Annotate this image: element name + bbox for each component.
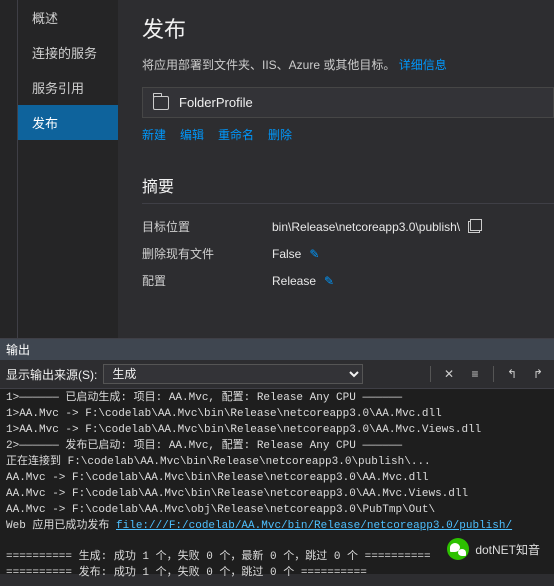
profile-name: FolderProfile: [179, 95, 253, 110]
target-location-value: bin\Release\netcoreapp3.0\publish\: [272, 220, 460, 234]
wechat-icon: [447, 538, 469, 560]
divider: [142, 203, 554, 204]
clear-all-icon[interactable]: ✕: [439, 365, 459, 383]
output-footer-build: ========== 生成: 成功 1 个，失败 0 个，最新 0 个，跳过 0…: [6, 551, 431, 563]
sidebar-item-publish[interactable]: 发布: [18, 105, 118, 140]
output-line: AA.Mvc -> F:\codelab\AA.Mvc\obj\Release\…: [6, 504, 435, 516]
sidebar-item-service-references[interactable]: 服务引用: [18, 70, 118, 105]
output-toolbar: 显示输出来源(S): 生成 ✕ ≡ ↰ ↱: [0, 360, 554, 389]
output-line: 1>—————— 已启动生成: 项目: AA.Mvc, 配置: Release …: [6, 392, 402, 404]
more-info-link[interactable]: 详细信息: [399, 58, 447, 72]
output-footer-publish: ========== 发布: 成功 1 个，失败 0 个，跳过 0 个 ====…: [6, 567, 367, 579]
profile-selector[interactable]: FolderProfile: [142, 87, 554, 118]
output-line: 2>—————— 发布已启动: 项目: AA.Mvc, 配置: Release …: [6, 440, 402, 452]
edit-button[interactable]: 编辑: [180, 126, 204, 143]
toggle-wrap-icon[interactable]: ≡: [465, 365, 485, 383]
output-source-label: 显示输出来源(S):: [6, 366, 97, 383]
target-location-label: 目标位置: [142, 218, 272, 235]
sidebar-item-connected-services[interactable]: 连接的服务: [18, 35, 118, 70]
delete-existing-value: False: [272, 247, 301, 261]
configuration-label: 配置: [142, 272, 272, 289]
summary-table: 目标位置 bin\Release\netcoreapp3.0\publish\ …: [142, 218, 554, 289]
watermark: dotNET知音: [443, 536, 544, 562]
output-line: 1>AA.Mvc -> F:\codelab\AA.Mvc\bin\Releas…: [6, 424, 481, 436]
page-title: 发布: [142, 12, 554, 44]
output-source-select[interactable]: 生成: [103, 364, 363, 384]
delete-button[interactable]: 删除: [268, 126, 292, 143]
output-line: Web 应用已成功发布: [6, 520, 116, 532]
sidebar-item-overview[interactable]: 概述: [18, 0, 118, 35]
gutter: [0, 0, 18, 338]
output-panel-title: 输出: [0, 339, 554, 360]
page-description: 将应用部署到文件夹、IIS、Azure 或其他目标。 详细信息: [142, 56, 554, 73]
rename-button[interactable]: 重命名: [218, 126, 254, 143]
profile-actions: 新建 编辑 重命名 删除: [142, 126, 554, 143]
output-line: 正在连接到 F:\codelab\AA.Mvc\bin\Release\netc…: [6, 456, 431, 468]
next-icon[interactable]: ↱: [528, 365, 548, 383]
publish-link[interactable]: file:///F:/codelab/AA.Mvc/bin/Release/ne…: [116, 520, 512, 532]
output-line: AA.Mvc -> F:\codelab\AA.Mvc\bin\Release\…: [6, 488, 468, 500]
folder-icon: [153, 96, 169, 110]
copy-icon[interactable]: [468, 221, 480, 233]
pencil-icon[interactable]: ✎: [309, 247, 319, 261]
watermark-text: dotNET知音: [475, 541, 540, 558]
configuration-value: Release: [272, 274, 316, 288]
sidebar: 概述 连接的服务 服务引用 发布: [18, 0, 118, 338]
previous-icon[interactable]: ↰: [502, 365, 522, 383]
pencil-icon[interactable]: ✎: [324, 274, 334, 288]
new-button[interactable]: 新建: [142, 126, 166, 143]
summary-title: 摘要: [142, 173, 554, 197]
description-text: 将应用部署到文件夹、IIS、Azure 或其他目标。: [142, 58, 395, 72]
delete-existing-label: 删除现有文件: [142, 245, 272, 262]
main-panel: 发布 将应用部署到文件夹、IIS、Azure 或其他目标。 详细信息 Folde…: [118, 0, 554, 338]
output-line: 1>AA.Mvc -> F:\codelab\AA.Mvc\bin\Releas…: [6, 408, 442, 420]
output-line: AA.Mvc -> F:\codelab\AA.Mvc\bin\Release\…: [6, 472, 428, 484]
